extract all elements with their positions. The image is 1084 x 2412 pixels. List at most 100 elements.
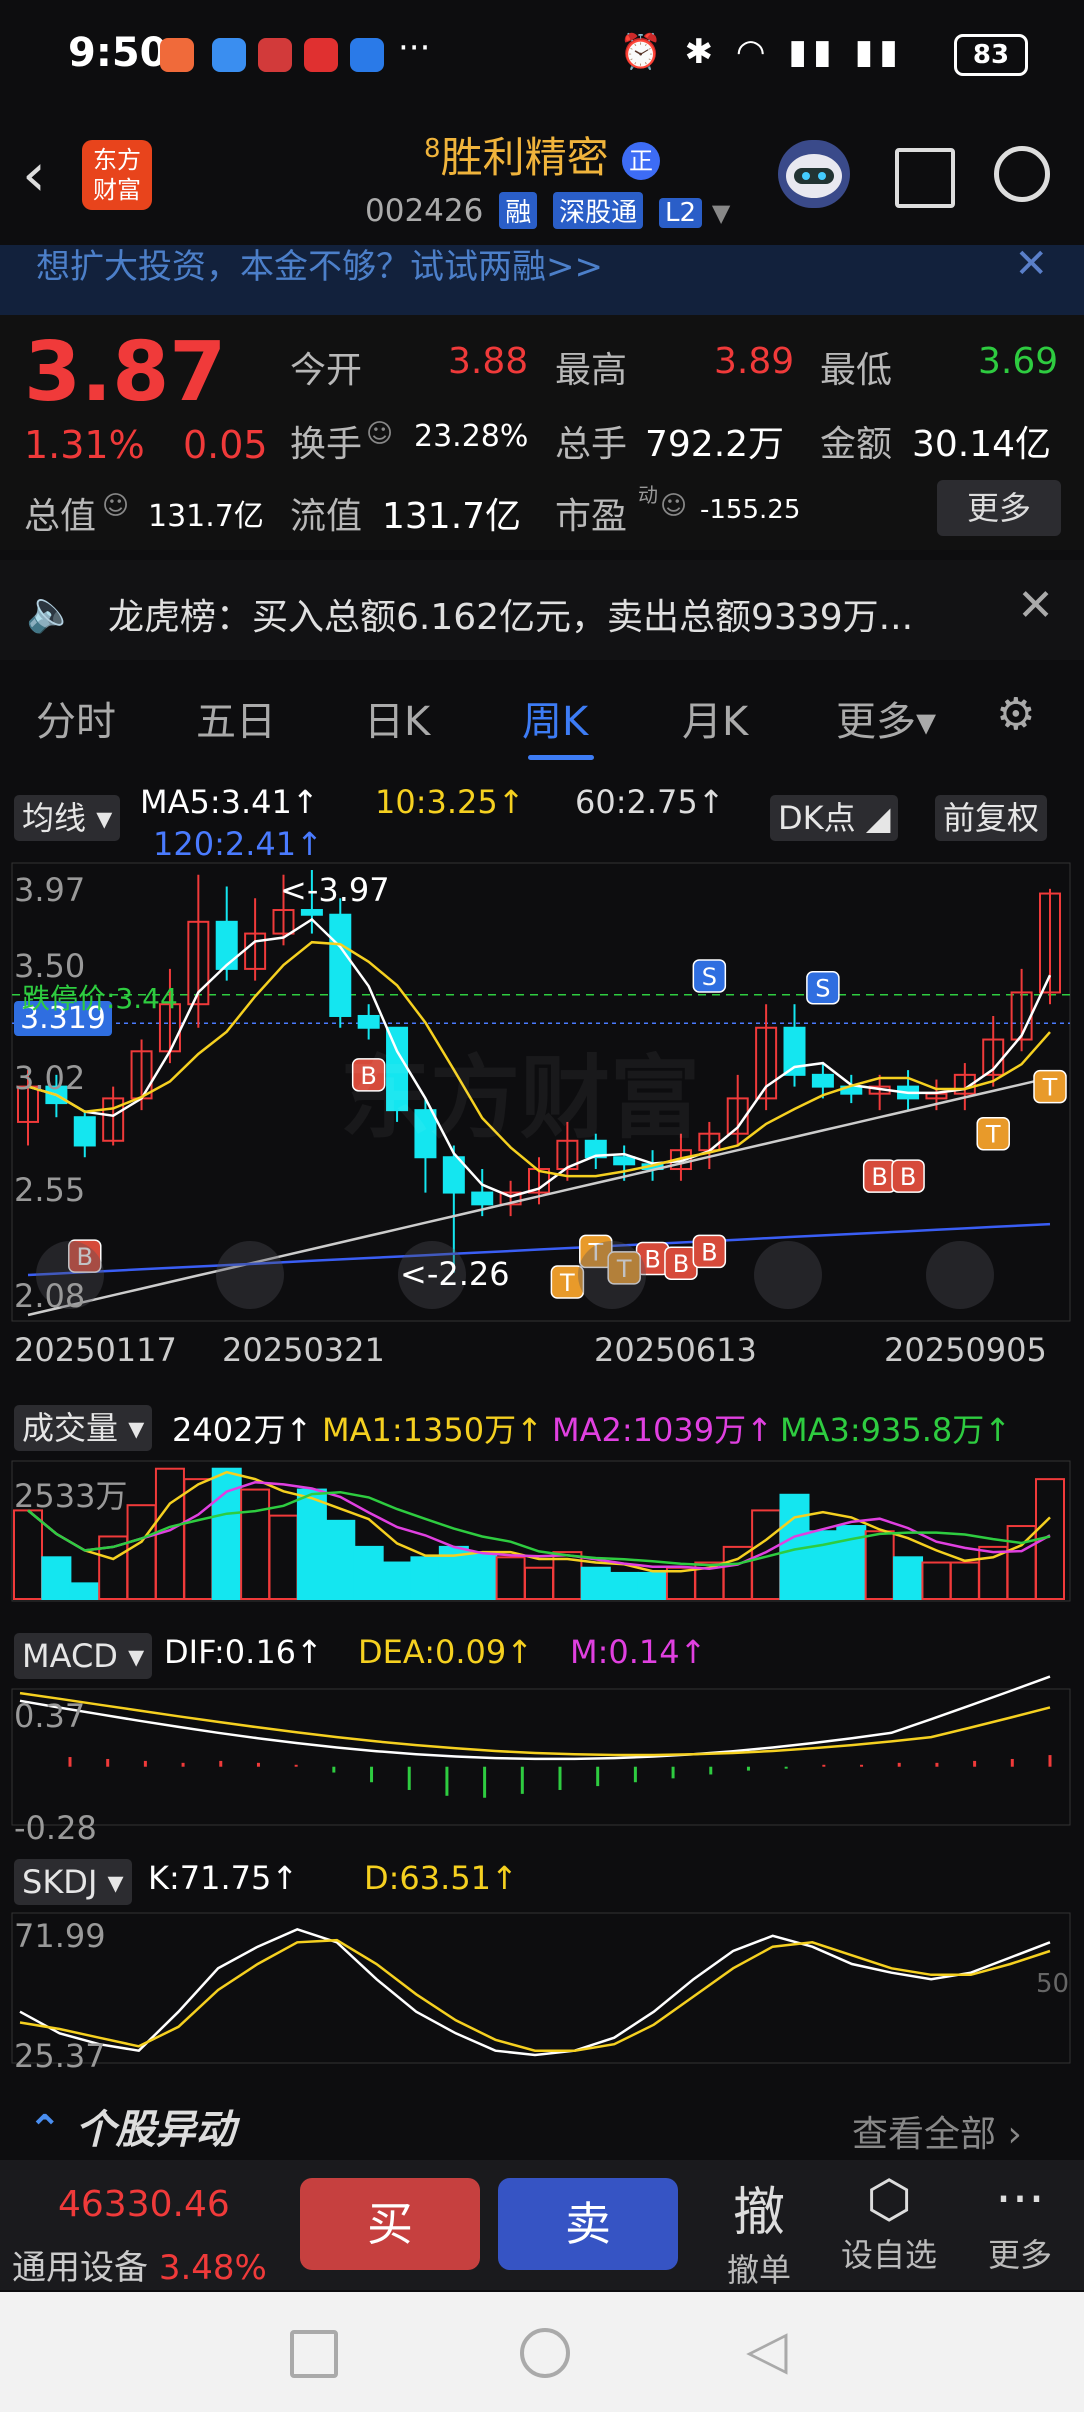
turnover-label: 换手 — [290, 424, 363, 465]
change-percent: 1.31% — [24, 423, 145, 467]
skdj-k-line — [19, 1927, 1051, 2057]
tab-daily-k[interactable]: 日K — [364, 689, 430, 747]
candle-body — [73, 1116, 96, 1147]
more-label: 更多 — [987, 2236, 1052, 2274]
candle-body — [300, 909, 323, 916]
candle-body — [329, 913, 352, 1017]
app-notification-icon — [160, 38, 194, 72]
message-icon — [212, 38, 246, 72]
sector-change: 3.48% — [158, 2248, 267, 2288]
volume-bar — [13, 1509, 43, 1601]
battery-icon: 83 — [954, 34, 1028, 76]
info-icon[interactable]: ☺ — [366, 419, 393, 449]
gear-icon[interactable]: ⚙ — [996, 689, 1035, 740]
volume-bar — [183, 1478, 214, 1601]
candle-body — [471, 1191, 494, 1206]
indicator-select-macd[interactable]: MACD ▾ — [14, 1633, 153, 1679]
indicator-select-skdj[interactable]: SKDJ ▾ — [14, 1859, 132, 1905]
volume-bar — [126, 1504, 157, 1600]
volume-bar — [353, 1545, 384, 1600]
stock-code: 002426 — [365, 193, 484, 229]
dk-marker-label: B — [701, 1238, 717, 1266]
volume-bar — [325, 1519, 356, 1601]
status-time: 9:50 — [68, 30, 168, 76]
y-axis-label: 2.08 — [14, 1277, 86, 1315]
info-icon[interactable]: ☺ — [102, 491, 129, 521]
volume-bar — [949, 1561, 980, 1601]
skdj-frame — [11, 1912, 1071, 2064]
volume-bar — [467, 1551, 498, 1601]
hexagon-icon: ⬡ — [866, 2170, 912, 2230]
cancel-order-button[interactable]: 撤 撤单 — [714, 2170, 804, 2291]
macd-btn-label: MACD — [22, 1637, 118, 1675]
close-icon[interactable]: ✕ — [1014, 241, 1048, 287]
low-marker: <-2.26 — [400, 1255, 510, 1293]
info-icon[interactable]: ☺ — [660, 491, 687, 521]
dk-marker-label: S — [815, 975, 830, 1003]
change-amount: 0.05 — [183, 423, 268, 467]
skdj-mid: 50 — [1036, 1969, 1070, 1999]
amount-label: 金额 — [820, 424, 893, 465]
candle-body — [613, 1156, 636, 1166]
home-icon[interactable] — [520, 2328, 570, 2378]
mktcap-label: 总值 — [24, 496, 97, 537]
sector-row[interactable]: 通用设备 3.48% — [12, 2240, 267, 2289]
amount-value: 30.14亿 — [912, 424, 1052, 465]
volume-value: 792.2万 — [645, 424, 785, 465]
volume-bar — [722, 1545, 753, 1600]
indicator-select-volume[interactable]: 成交量 ▾ — [14, 1405, 153, 1451]
vol-ma3: MA3:935.8万↑ — [780, 1411, 1012, 1449]
macd-y-bottom: -0.28 — [14, 1809, 97, 1847]
recent-apps-icon[interactable] — [290, 2330, 338, 2378]
add-watchlist-button[interactable]: ⬡ 设自选 — [834, 2170, 944, 2276]
volume-label: 总手 — [555, 424, 628, 465]
dk-marker-label: B — [900, 1163, 916, 1191]
share-icon[interactable] — [895, 148, 955, 208]
video-icon — [304, 38, 338, 72]
tab-five-day[interactable]: 五日 — [196, 689, 276, 747]
back-nav-icon[interactable]: ◁ — [746, 2318, 788, 2381]
stock-code-row[interactable]: 002426 融 深股通 L2 ▼ — [365, 192, 730, 229]
dk-marker-label: T — [985, 1121, 1001, 1149]
active-tab-indicator — [528, 755, 594, 760]
pe-value: -155.25 — [700, 495, 801, 525]
stock-anomaly-title[interactable]: ⌃ 个股异动 — [28, 2097, 235, 2155]
y-axis-label: 3.97 — [14, 871, 86, 909]
assistant-robot-icon[interactable] — [778, 140, 850, 208]
candle-body — [811, 1073, 834, 1088]
verified-badge-icon: 正 — [621, 141, 660, 180]
sector-index-value[interactable]: 46330.46 — [58, 2184, 230, 2225]
close-icon[interactable]: ✕ — [1017, 580, 1054, 631]
volume-bar — [524, 1566, 554, 1600]
trade-bar: 46330.46 通用设备 3.48% 买 卖 撤 撤单 ⬡ 设自选 ··· 更… — [0, 2160, 1084, 2290]
volume-bar — [580, 1566, 611, 1600]
volume-bar — [637, 1571, 668, 1601]
watch-label: 设自选 — [840, 2236, 937, 2274]
vol-btn-label: 成交量 — [22, 1409, 119, 1447]
tab-intraday[interactable]: 分时 — [36, 689, 116, 747]
mktcap-value: 131.7亿 — [148, 499, 264, 534]
tab-weekly-k[interactable]: 周K — [522, 689, 588, 747]
more-actions-button[interactable]: ··· 更多 — [972, 2170, 1068, 2276]
x-axis-label: 20250321 — [222, 1331, 385, 1369]
buy-button[interactable]: 买 — [300, 2178, 480, 2270]
x-axis-label: 20250613 — [594, 1331, 757, 1369]
margin-promo-banner[interactable]: 想扩大投资，本金不够？试试两融>> ✕ — [0, 241, 1084, 315]
tab-more[interactable]: 更多▾ — [836, 689, 936, 747]
cancel-icon: 撤 — [732, 2183, 785, 2243]
view-all-link[interactable]: 查看全部 › — [852, 2105, 1022, 2157]
chevron-down-icon: ▼ — [711, 199, 731, 227]
x-axis-label: 20250905 — [884, 1331, 1047, 1369]
more-quote-button[interactable]: 更多 — [937, 480, 1061, 536]
search-icon[interactable] — [994, 146, 1050, 202]
high-value: 3.89 — [714, 341, 795, 382]
sell-button[interactable]: 卖 — [498, 2178, 678, 2270]
x-axis-label: 20250117 — [14, 1331, 177, 1369]
volume-bar — [978, 1545, 1009, 1600]
volume-current: 2402万↑ — [172, 1411, 313, 1449]
tab-monthly-k[interactable]: 月K — [682, 689, 748, 747]
macd-m: M:0.14↑ — [570, 1633, 707, 1671]
chart-area[interactable]: 均线 ▾ MA5:3.41↑ 10:3.25↑ 60:2.75↑ 120:2.4… — [0, 775, 1084, 2165]
dragon-tiger-notice[interactable]: 🔈 龙虎榜：买入总额6.162亿元，卖出总额9339万... ✕ — [0, 560, 1084, 660]
banner-text: 想扩大投资，本金不够？试试两融>> — [36, 247, 603, 287]
